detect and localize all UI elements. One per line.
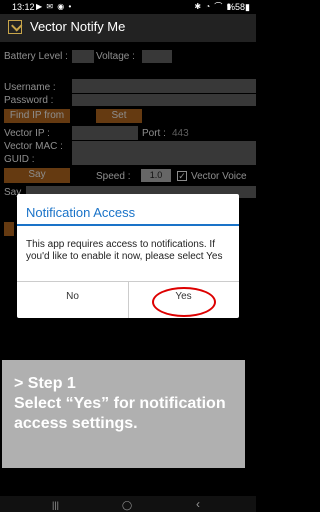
status-bar: 13:12 ▶ ✉ ◉ • ✱ ◔ ⌒ ▮ %58▮	[0, 0, 256, 14]
yes-highlight-ellipse	[152, 287, 216, 317]
recents-icon[interactable]: |||	[52, 500, 59, 510]
home-icon[interactable]: ◯	[122, 500, 132, 511]
status-time: 13:12	[12, 2, 35, 12]
dialog-message: This app requires access to notification…	[26, 239, 223, 262]
battery-indicator: %58▮	[227, 2, 250, 12]
back-icon[interactable]: ‹	[196, 497, 200, 511]
dialog-title-divider	[17, 224, 239, 226]
notification-icons: ▶ ✉ ◉ •	[36, 2, 73, 11]
dialog-title: Notification Access	[26, 205, 136, 220]
vector-app-icon	[8, 20, 22, 34]
callout-step: > Step 1	[14, 375, 76, 392]
step-callout: > Step 1 Select “Yes” for notification a…	[2, 360, 245, 468]
app-title: Vector Notify Me	[30, 19, 126, 34]
callout-text: > Step 1 Select “Yes” for notification a…	[14, 374, 244, 434]
callout-instruction: Select “Yes” for notification access set…	[14, 395, 226, 432]
no-button[interactable]: No	[17, 282, 128, 318]
